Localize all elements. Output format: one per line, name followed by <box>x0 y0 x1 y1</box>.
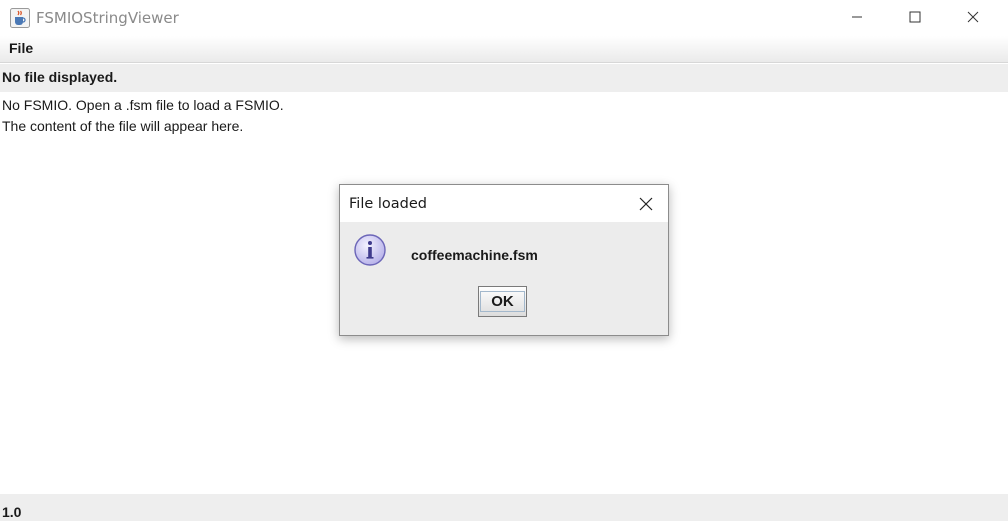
minimize-button[interactable] <box>828 0 886 34</box>
content-line: No FSMIO. Open a .fsm file to load a FSM… <box>2 97 284 113</box>
info-icon <box>354 234 386 266</box>
version-bar: 1.0 <box>0 494 1008 521</box>
minimize-icon <box>852 16 862 18</box>
menu-file[interactable]: File <box>9 40 33 56</box>
dialog-close-button[interactable] <box>632 193 660 215</box>
file-status-label: No file displayed. <box>2 69 118 85</box>
file-loaded-dialog: File loaded coffeemachine.fsm OK <box>339 184 669 336</box>
dialog-message: coffeemachine.fsm <box>411 247 538 263</box>
window-title: FSMIOStringViewer <box>36 9 179 27</box>
window-titlebar[interactable]: FSMIOStringViewer <box>0 0 1008 36</box>
file-status-bar: No file displayed. <box>0 64 1008 92</box>
close-window-button[interactable] <box>944 0 1002 34</box>
content-area: No FSMIO. Open a .fsm file to load a FSM… <box>2 95 284 137</box>
ok-button[interactable]: OK <box>478 286 527 317</box>
menu-bar: File <box>0 36 1008 63</box>
dialog-titlebar[interactable]: File loaded <box>340 185 668 222</box>
close-icon <box>639 197 653 211</box>
maximize-button[interactable] <box>886 0 944 34</box>
java-cup-icon <box>10 8 30 28</box>
maximize-icon <box>909 11 921 23</box>
ok-button-label: OK <box>480 291 525 312</box>
app-window: FSMIOStringViewer File No file displayed… <box>0 0 1008 521</box>
content-line: The content of the file will appear here… <box>2 118 244 134</box>
close-icon <box>967 11 979 23</box>
version-label: 1.0 <box>2 504 22 520</box>
dialog-title: File loaded <box>349 196 427 212</box>
